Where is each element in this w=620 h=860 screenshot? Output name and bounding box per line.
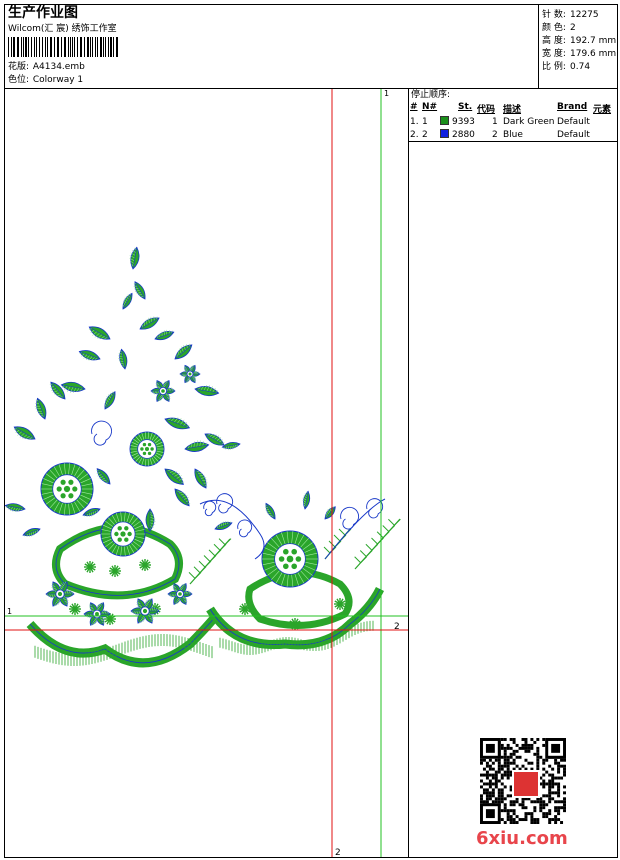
stat-label: 针 数: <box>542 10 566 20</box>
guide-label-red-bottom: 2 <box>335 848 341 857</box>
design-row: 花版: A4134.emb <box>8 63 85 72</box>
row-index: 1. <box>410 117 419 127</box>
stat-value: 2 <box>570 23 576 33</box>
color-swatch <box>440 116 449 125</box>
row-code: 1 <box>492 117 498 127</box>
stat-stitches: 针 数: 12275 <box>542 7 599 20</box>
colorway-label: 色位: <box>8 75 30 85</box>
col-desc: 描述 <box>503 105 522 115</box>
stat-colors: 颜 色: 2 <box>542 20 576 33</box>
stat-scale: 比 例: 0.74 <box>542 59 590 72</box>
stat-height: 高 度: 192.7 mm <box>542 33 616 46</box>
barcode-icon <box>8 37 118 57</box>
row-stitches: 9393 <box>452 117 475 127</box>
col-brand: Brand <box>557 102 588 112</box>
watermark-text: 6xiu.com <box>476 828 568 849</box>
guide-label-red-right: 2 <box>394 622 400 632</box>
stat-value: 179.6 mm <box>570 49 617 59</box>
row-stitches: 2880 <box>452 130 475 140</box>
col-element: 元素 <box>593 105 612 115</box>
stop-sequence-title: 停止顺序: <box>411 90 451 100</box>
stop-table-divider <box>408 141 618 142</box>
design-canvas[interactable]: 1 1 2 2 <box>5 89 408 857</box>
colorway-row: 色位: Colorway 1 <box>8 76 83 85</box>
stat-value: 0.74 <box>570 62 591 72</box>
color-swatch <box>440 129 449 138</box>
stat-label: 宽 度: <box>542 49 566 59</box>
stat-width: 宽 度: 179.6 mm <box>542 46 616 59</box>
colorway-value: Colorway 1 <box>32 75 84 85</box>
row-description: Dark Green <box>503 117 555 127</box>
guide-label-green-left: 1 <box>7 607 12 616</box>
stats-divider <box>538 4 539 89</box>
row-needle: 2 <box>422 130 428 140</box>
stat-value: 192.7 mm <box>570 36 617 46</box>
embroidery-design <box>5 246 401 668</box>
company-name: Wilcom(汇 宸) 绣饰工作室 <box>8 24 117 34</box>
col-hash: # <box>410 102 418 112</box>
row-brand: Default <box>557 117 590 127</box>
table-row[interactable]: 1. 1 9393 1 Dark Green Default <box>409 116 617 128</box>
row-code: 2 <box>492 130 498 140</box>
design-value: A4134.emb <box>32 62 85 72</box>
stat-label: 高 度: <box>542 36 566 46</box>
table-row[interactable]: 2. 2 2880 2 Blue Default <box>409 129 617 141</box>
stat-label: 比 例: <box>542 62 566 72</box>
guide-label-green-top: 1 <box>384 89 389 98</box>
row-description: Blue <box>503 130 523 140</box>
sheet-title: 生产作业图 <box>8 5 78 21</box>
row-needle: 1 <box>422 117 428 127</box>
stat-label: 颜 色: <box>542 23 566 33</box>
row-index: 2. <box>410 130 419 140</box>
design-label: 花版: <box>8 62 30 72</box>
stat-value: 12275 <box>570 10 599 20</box>
sidebar-divider <box>408 88 409 858</box>
seal-stamp-icon <box>512 770 540 798</box>
col-code: 代码 <box>477 105 496 115</box>
row-brand: Default <box>557 130 590 140</box>
col-st: St. <box>458 102 473 112</box>
col-no: N# <box>422 102 438 112</box>
